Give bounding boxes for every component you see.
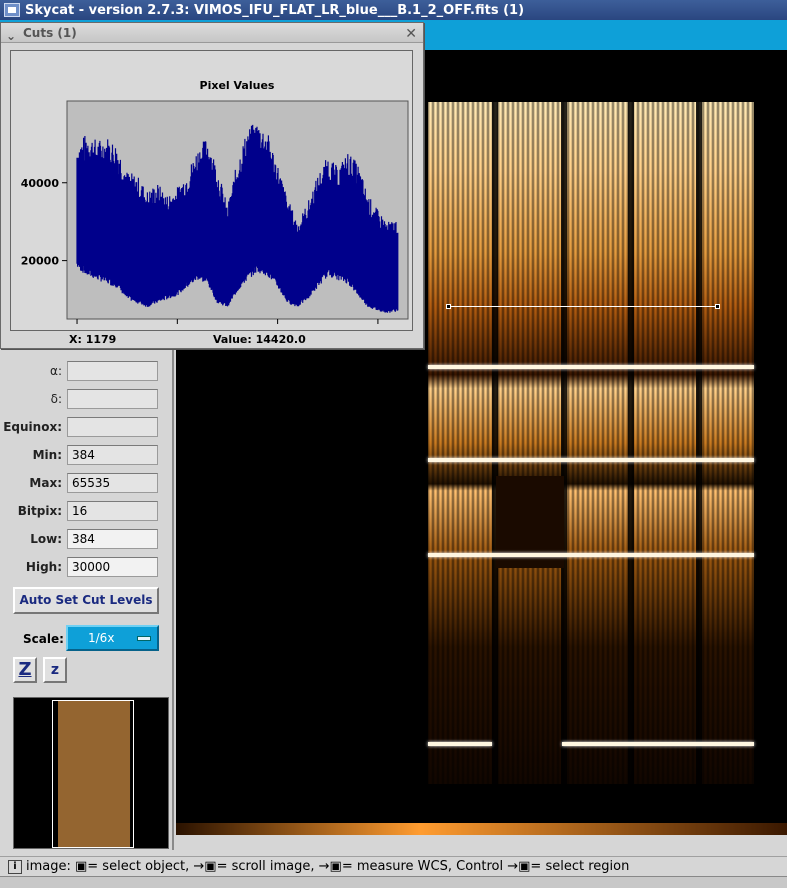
x-tick-label: 1000: [262, 329, 293, 330]
field-row-equinox: Equinox:: [3, 416, 174, 438]
bitpix-value: 16: [67, 501, 158, 521]
window-title: Skycat - version 2.7.3: VIMOS_IFU_FLAT_L…: [25, 2, 525, 18]
close-icon[interactable]: ✕: [405, 24, 417, 44]
field-label: Equinox:: [3, 420, 62, 434]
taskbar: [0, 876, 787, 888]
info-icon: i: [8, 859, 22, 874]
dec-value: [67, 389, 158, 409]
cut-handle-end[interactable]: [715, 304, 720, 309]
high-cut-input[interactable]: 30000: [67, 557, 158, 577]
panner-view-box[interactable]: [52, 700, 134, 848]
slit-gap: [561, 102, 567, 784]
slit-gap: [696, 102, 702, 784]
field-row-bitpix: Bitpix: 16: [3, 500, 174, 522]
low-cut-input[interactable]: 384: [67, 529, 158, 549]
field-label: α:: [50, 364, 62, 378]
x-readout: X: 1179: [69, 333, 117, 346]
equinox-value: [67, 417, 158, 437]
x-tick-label: 0: [73, 329, 81, 330]
app-window-icon[interactable]: [4, 3, 20, 17]
status-text: image: ▣= select object, →▣= scroll imag…: [26, 859, 630, 874]
scale-label: Scale:: [23, 632, 64, 646]
field-label: Max:: [29, 476, 62, 490]
field-row-high: High: 30000: [3, 556, 174, 578]
cut-handle-start[interactable]: [446, 304, 451, 309]
scale-value: 1/6x: [88, 631, 115, 645]
field-label: Bitpix:: [17, 504, 62, 518]
colorbar: [176, 823, 787, 835]
value-readout: Value: 14420.0: [213, 333, 306, 346]
emission-line: [428, 365, 754, 369]
x-tick-label: 500: [166, 329, 189, 330]
cuts-window[interactable]: ⌄ Cuts (1) ✕ Pixel Values 0 500 1000 1500 20…: [0, 22, 424, 349]
max-value: 65535: [67, 473, 158, 493]
field-row-ra: α:: [3, 360, 174, 382]
emission-line: [428, 553, 754, 557]
min-value: 384: [67, 445, 158, 465]
emission-line: [428, 742, 492, 746]
pixel-values-plot: Pixel Values 0 500 1000 1500 20000 40000: [10, 50, 413, 331]
chevron-down-icon[interactable]: ⌄: [6, 26, 16, 46]
slit-gap: [492, 102, 498, 784]
status-bar: i image: ▣= select object, →▣= scroll im…: [0, 856, 787, 876]
field-label: δ:: [50, 392, 62, 406]
y-tick-label: 40000: [21, 177, 60, 190]
emission-line: [562, 742, 754, 746]
zoom-out-button[interactable]: z: [43, 657, 67, 683]
field-row-dec: δ:: [3, 388, 174, 410]
cut-line[interactable]: [448, 306, 718, 307]
plot-title: Pixel Values: [200, 79, 275, 92]
cuts-title-bar[interactable]: ⌄ Cuts (1) ✕: [1, 23, 423, 43]
ra-value: [67, 361, 158, 381]
field-label: Low:: [30, 532, 62, 546]
field-row-min: Min: 384: [3, 444, 174, 466]
scale-dropdown[interactable]: 1/6x: [66, 625, 159, 651]
emission-line: [428, 458, 754, 462]
field-label: Min:: [32, 448, 62, 462]
plot-svg: Pixel Values 0 500 1000 1500 20000 40000: [21, 79, 409, 330]
panner-thumbnail[interactable]: [13, 697, 169, 849]
auto-set-cut-levels-button[interactable]: Auto Set Cut Levels: [13, 587, 159, 614]
x-tick-label: 1500: [363, 329, 394, 330]
fits-image[interactable]: [428, 102, 754, 784]
field-row-low: Low: 384: [3, 528, 174, 550]
y-tick-label: 20000: [21, 255, 60, 268]
field-row-max: Max: 65535: [3, 472, 174, 494]
dropdown-arrow-icon: [137, 636, 151, 641]
zoom-in-button[interactable]: Z: [13, 657, 37, 683]
slit-gap: [628, 102, 634, 784]
field-label: High:: [25, 560, 62, 574]
main-title-bar[interactable]: Skycat - version 2.7.3: VIMOS_IFU_FLAT_L…: [0, 0, 787, 20]
cuts-title: Cuts (1): [23, 26, 77, 40]
